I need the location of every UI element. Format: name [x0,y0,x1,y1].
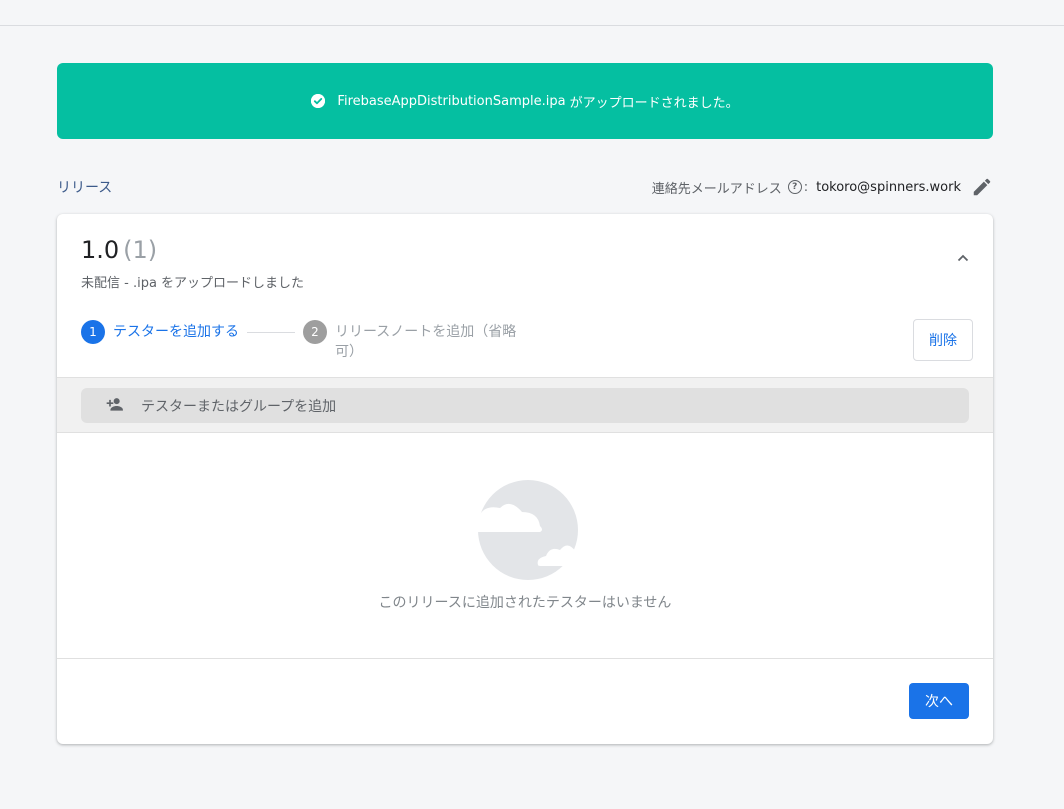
release-section-header: リリース 連絡先メールアドレス ? : tokoro@spinners.work [57,175,993,199]
next-button[interactable]: 次へ [909,683,969,719]
step-release-notes[interactable]: 2 リリースノートを追加（省略可） [303,320,521,362]
contact-email-row: 連絡先メールアドレス ? : tokoro@spinners.work [652,176,993,198]
release-stepper: 1 テスターを追加する 2 リリースノートを追加（省略可） [81,320,521,362]
check-circle-icon [311,94,326,108]
edit-icon[interactable] [971,176,993,198]
contact-colon: : [803,179,809,195]
upload-success-banner: FirebaseAppDistributionSample.ipa がアップロー… [57,63,993,139]
step-add-testers[interactable]: 1 テスターを追加する [81,320,239,344]
step-number: 2 [303,320,327,344]
delete-button[interactable]: 削除 [913,319,973,361]
footer-divider [57,658,993,659]
step-number: 1 [81,320,105,344]
add-tester-input[interactable]: テスターまたはグループを追加 [81,388,969,423]
empty-state-illustration [464,478,588,586]
uploaded-filename: FirebaseAppDistributionSample.ipa [337,93,566,109]
release-card: 1.0 (1) 未配信 - .ipa をアップロードしました 1 テスターを追加す… [57,214,993,744]
section-title: リリース [57,180,113,196]
chevron-up-icon[interactable] [955,250,971,270]
top-divider [0,25,1064,26]
upload-message: がアップロードされました。 [569,95,739,111]
add-tester-placeholder: テスターまたはグループを追加 [141,398,337,415]
release-version: 1.0 (1) [81,236,157,264]
step-label: テスターを追加する [113,324,239,340]
step-label: リリースノートを追加（省略可） [335,324,517,360]
empty-state-message: このリリースに追加されたテスターはいません [378,595,672,611]
version-number: 1.0 [81,236,120,264]
contact-email-value: tokoro@spinners.work [816,179,961,195]
release-status: 未配信 - .ipa をアップロードしました [81,276,305,291]
contact-email-label: 連絡先メールアドレス [651,181,782,197]
build-count: (1) [123,236,158,264]
add-tester-bar: テスターまたはグループを追加 [57,377,993,433]
step-connector [247,332,295,333]
help-icon[interactable]: ? [787,180,802,194]
person-add-icon [105,394,125,418]
